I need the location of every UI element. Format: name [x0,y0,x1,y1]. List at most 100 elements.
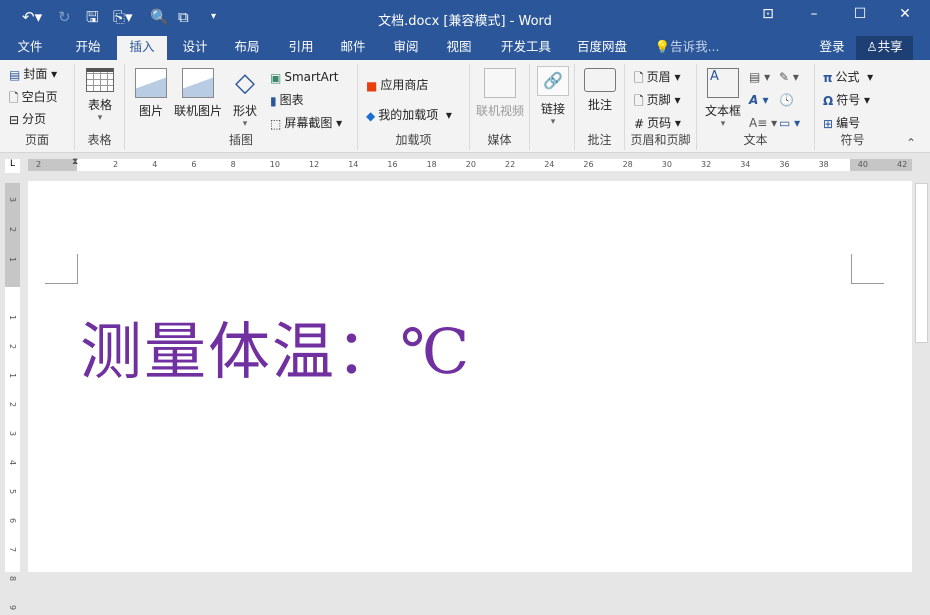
document-page[interactable]: 测量体温：℃ [28,181,912,572]
comment-icon [584,68,616,92]
horizontal-ruler[interactable]: L 2 2 4 6 8 10 12 14 16 18 20 22 24 26 28 30 32 34 36 38 40 4… [0,155,930,179]
ruler-tick-label: 2 [113,160,119,169]
tab-file[interactable]: 文件 [8,36,52,60]
window-title: 文档.docx [兼容模式] - Word [378,14,552,29]
online-pictures-button[interactable]: 联机图片 [171,68,225,119]
tab-layout[interactable]: 布局 [225,36,269,60]
group-comments: 批注 批注 [575,64,625,150]
ruler-tick-label: 36 [779,160,790,169]
omega-icon: Ω [823,93,834,108]
share-button[interactable]: ♙共享 [856,36,913,60]
smartart-icon: ▣ [270,70,282,85]
ruler-tick-label: 4 [8,459,17,466]
ruler-tick-label: 5 [8,488,17,495]
my-addins-button[interactable]: ◆ 我的加载项 ▾ [366,106,452,125]
group-text: A 文本框 ▾ ▤ ▾ A ▾ A≡ ▾ ✎ ▾ 🕓 ▭ ▾ 文本 [697,64,815,150]
drop-cap-button[interactable]: A≡ ▾ [749,114,777,132]
page-number-button[interactable]: # 页码 ▾ [634,114,681,133]
indent-marker-icon[interactable]: ⧗ [72,157,78,167]
vertical-ruler[interactable]: 3 2 1 1 2 1 2 3 4 5 6 7 8 9 [5,183,20,610]
tab-insert[interactable]: 插入 [117,36,167,60]
ruler-tick-label: 34 [740,160,751,169]
group-label: 页眉和页脚 [630,133,691,147]
equation-button[interactable]: π 公式 ▾ [823,68,873,87]
table-button[interactable]: 表格 ▾ [81,68,119,123]
numbering-button[interactable]: ⊞ 编号 [823,114,860,133]
screenshot-button[interactable]: ⬚ 屏幕截图 ▾ [270,114,342,133]
date-time-icon: 🕓 [779,93,794,107]
tab-view[interactable]: 视图 [437,36,481,60]
page-break-icon: ⊟ [9,112,20,127]
document-text[interactable]: 测量体温：℃ [80,301,471,391]
screenshot-icon: ⬚ [270,116,282,131]
tab-baidu[interactable]: 百度网盘 [572,36,632,60]
signature-line-button[interactable]: ✎ ▾ [779,68,799,86]
blank-page-icon: 🗋 [9,90,19,105]
table-icon [86,68,114,92]
smartart-button[interactable]: ▣ SmartArt [270,68,339,87]
group-label: 页面 [24,133,49,147]
ruler-tick-label: 9 [8,604,17,611]
group-label: 表格 [87,133,112,147]
ruler-tick-label: 28 [622,160,633,169]
ruler-tick-label: 18 [426,160,437,169]
ribbon-display-icon[interactable]: ⊡ [748,6,788,22]
maximize-button[interactable]: ☐ [840,6,880,22]
footer-button[interactable]: 🗋 页脚 ▾ [634,91,681,110]
page-break-button[interactable]: ⊟ 分页 [9,110,46,129]
cover-page-button[interactable]: ▤ 封面 ▾ [9,65,57,84]
group-label: 媒体 [487,133,512,147]
online-video-button[interactable]: 联机视频 [472,68,528,119]
comment-button[interactable]: 批注 [579,68,621,113]
textbox-icon: A [707,68,739,98]
tab-review[interactable]: 审阅 [384,36,428,60]
ruler-tick-label: 26 [583,160,594,169]
tab-mailings[interactable]: 邮件 [331,36,375,60]
ruler-tick-label: 30 [661,160,672,169]
quick-parts-button[interactable]: ▤ ▾ [749,68,770,86]
header-button[interactable]: 🗋 页眉 ▾ [634,68,681,87]
date-time-button[interactable]: 🕓 [779,91,794,109]
ruler-tick-label: 3 [8,430,17,437]
pi-icon: π [823,70,833,85]
group-tables: 表格 ▾ 表格 [75,64,125,150]
store-button[interactable]: ■ 应用商店 [366,76,428,95]
group-symbols: π 公式 ▾ Ω 符号 ▾ ⊞ 编号 符号 [815,64,890,150]
tab-design[interactable]: 设计 [173,36,217,60]
ruler-tick-label: 7 [8,546,17,553]
tab-developer[interactable]: 开发工具 [496,36,556,60]
group-media: 联机视频 媒体 [470,64,530,150]
ruler-tick-label: 3 [8,196,17,203]
vertical-scrollbar[interactable] [913,181,930,572]
pictures-button[interactable]: 图片 [133,68,169,119]
ruler-tick-label: 24 [544,160,555,169]
ruler-tick-label: 6 [191,160,197,169]
minimize-button[interactable]: – [794,6,834,22]
tell-me-box[interactable]: 💡告诉我... [652,36,722,60]
store-icon: ■ [366,78,378,93]
object-button[interactable]: ▭ ▾ [779,114,800,132]
ruler-tick-label: 40 [857,160,868,169]
link-button[interactable]: 🔗 链接 ▾ [534,66,572,127]
ruler-tick-label: 1 [8,256,17,263]
ruler-tick-label: 2 [8,343,17,350]
close-button[interactable]: ✕ [885,6,925,22]
ruler-tick-label: 8 [230,160,236,169]
shapes-button[interactable]: ◇ 形状 ▾ [227,68,263,129]
blank-page-button[interactable]: 🗋 空白页 [9,88,58,107]
addins-icon: ◆ [366,108,376,123]
tab-home[interactable]: 开始 [66,36,110,60]
tab-selector-icon[interactable]: L [5,159,20,173]
textbox-button[interactable]: A 文本框 ▾ [701,68,745,129]
group-header-footer: 🗋 页眉 ▾ 🗋 页脚 ▾ # 页码 ▾ 页眉和页脚 [625,64,697,150]
chart-button[interactable]: ▮ 图表 [270,91,304,110]
collapse-ribbon-icon[interactable]: ⌃ [906,134,916,152]
crop-mark-left [45,254,78,284]
login-link[interactable]: 登录 [812,36,852,60]
wordart-button[interactable]: A ▾ [749,91,769,109]
scrollbar-thumb[interactable] [915,183,928,343]
tab-references[interactable]: 引用 [279,36,323,60]
group-links: 🔗 链接 ▾ [530,64,575,150]
symbol-button[interactable]: Ω 符号 ▾ [823,91,870,110]
share-label: 共享 [877,39,903,54]
